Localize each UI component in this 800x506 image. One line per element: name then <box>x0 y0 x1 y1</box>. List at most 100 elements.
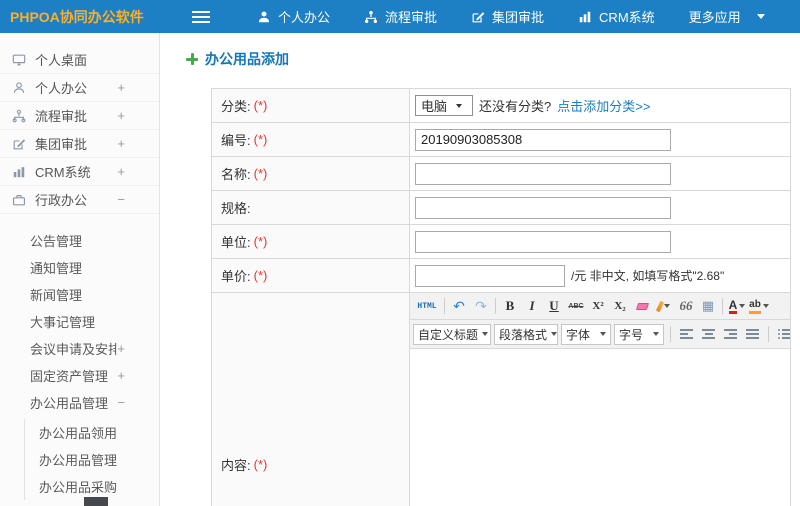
highlight-color-icon[interactable]: ab <box>749 296 769 316</box>
field-label-price: 单价: (*) <box>212 259 410 292</box>
sidebar-item-supplies-manage[interactable]: 办公用品管理 <box>25 446 159 473</box>
superscript-icon[interactable]: X² <box>588 296 608 316</box>
sidebar-item-process-approval[interactable]: 流程审批 + <box>0 102 159 130</box>
sidebar-item-events-mgmt[interactable]: 大事记管理 <box>0 308 159 335</box>
expand-toggle[interactable]: + <box>117 81 125 94</box>
caret-down-icon <box>762 304 769 308</box>
briefcase-icon <box>13 194 25 205</box>
sidebar-item-supplies-purchase[interactable]: 办公用品采购 <box>25 473 159 500</box>
dropdown-value: 自定义标题 <box>418 327 479 342</box>
remove-format-icon[interactable] <box>632 296 652 316</box>
nav-group-approval[interactable]: 集团审批 <box>454 0 561 33</box>
hamburger-icon <box>192 10 210 13</box>
align-justify-icon[interactable] <box>743 324 762 344</box>
editor-content-area[interactable] <box>410 349 790 506</box>
required-mark: (*) <box>253 132 268 147</box>
sidebar-item-personal-desktop[interactable]: 个人桌面 <box>0 46 159 74</box>
font-color-icon[interactable]: A <box>727 296 747 316</box>
collapse-toggle[interactable]: − <box>117 193 125 206</box>
sidebar-item-announcement-mgmt[interactable]: 公告管理 <box>0 227 159 254</box>
spec-input[interactable] <box>415 196 671 219</box>
field-label-content: 内容: (*) <box>212 293 410 506</box>
redo-icon[interactable]: ↷ <box>471 296 491 316</box>
form-row-unit: 单位: (*) <box>212 225 790 259</box>
expand-toggle[interactable]: + <box>117 165 125 178</box>
expand-toggle[interactable]: + <box>117 137 125 150</box>
highlight-color-letters: ab <box>749 299 761 314</box>
sidebar-item-label: 会议申请及安排 <box>30 342 118 357</box>
expand-toggle[interactable]: + <box>117 109 125 122</box>
label-text: 单价: <box>221 269 251 284</box>
sidebar-item-news-mgmt[interactable]: 新闻管理 <box>0 281 159 308</box>
nav-personal-office[interactable]: 个人办公 <box>240 0 347 33</box>
blockquote-icon[interactable]: 66 <box>676 296 696 316</box>
sidebar-scrollbar-thumb[interactable] <box>84 497 108 506</box>
subscript-icon[interactable]: X₂ <box>610 296 630 316</box>
sidebar-item-supplies-requisition[interactable]: 办公用品领用 <box>25 419 159 446</box>
toolbar-separator <box>768 326 769 342</box>
price-input[interactable] <box>415 264 565 287</box>
person-icon <box>258 11 270 22</box>
code-input[interactable] <box>415 128 671 151</box>
sidebar-item-fixed-assets-mgmt[interactable]: 固定资产管理 + <box>0 362 159 389</box>
sidebar-item-crm-system[interactable]: CRM系统 + <box>0 158 159 186</box>
source-code-icon[interactable]: HTML <box>414 296 440 316</box>
custom-title-dropdown[interactable]: 自定义标题 <box>413 323 491 345</box>
unit-input[interactable] <box>415 230 671 253</box>
nav-label: 流程审批 <box>385 10 438 25</box>
field-label-category: 分类: (*) <box>212 89 410 122</box>
field-value-name <box>410 157 790 190</box>
field-label-unit: 单位: (*) <box>212 225 410 258</box>
add-category-link[interactable]: 点击添加分类>> <box>557 96 650 115</box>
field-value-unit <box>410 225 790 258</box>
table-icon[interactable]: ▦ <box>698 296 718 316</box>
sidebar-item-meeting-apply[interactable]: 会议申请及安排 + <box>0 335 159 362</box>
desktop-icon <box>12 54 26 65</box>
nav-process-approval[interactable]: 流程审批 <box>347 0 454 33</box>
format-painter-icon[interactable] <box>654 296 674 316</box>
chart-icon <box>579 11 591 22</box>
sidebar-item-group-approval[interactable]: 集团审批 + <box>0 130 159 158</box>
align-right-icon[interactable] <box>721 324 740 344</box>
category-select[interactable]: 电脑 <box>415 95 473 116</box>
caret-down-icon <box>739 304 746 308</box>
form-row-content: 内容: (*) HTML ↶ ↷ B I U ABC X² X₂ 66 ▦ A … <box>212 293 790 506</box>
paragraph-format-dropdown[interactable]: 段落格式 <box>494 323 558 345</box>
field-value-category: 电脑 还没有分类? 点击添加分类>> <box>410 89 790 122</box>
name-input[interactable] <box>415 162 671 185</box>
dropdown-value: 段落格式 <box>499 327 548 342</box>
admin-office-submenu: 公告管理 通知管理 新闻管理 大事记管理 会议申请及安排 + 固定资产管理 + … <box>0 214 159 416</box>
nav-label: 更多应用 <box>688 10 741 25</box>
top-navbar: PHPOA协同办公软件 个人办公 流程审批 集团审批 CRM系统 更多应用 <box>0 0 800 33</box>
collapse-toggle[interactable]: − <box>117 396 125 409</box>
unordered-list-icon[interactable] <box>775 324 790 344</box>
font-family-dropdown[interactable]: 字体 <box>561 323 611 345</box>
brush-icon <box>655 300 665 312</box>
expand-toggle[interactable]: + <box>117 342 125 355</box>
app-window: PHPOA协同办公软件 个人办公 流程审批 集团审批 CRM系统 更多应用 个人… <box>0 0 800 506</box>
nav-label: 个人办公 <box>278 10 331 25</box>
font-size-dropdown[interactable]: 字号 <box>614 323 664 345</box>
align-left-icon[interactable] <box>677 324 696 344</box>
nav-more-apps[interactable]: 更多应用 <box>672 0 782 33</box>
nav-label: CRM系统 <box>599 10 655 25</box>
undo-icon[interactable]: ↶ <box>449 296 469 316</box>
sidebar-item-label: 办公用品管理 <box>39 453 118 468</box>
sidebar-item-admin-office[interactable]: 行政办公 − <box>0 186 159 214</box>
expand-toggle[interactable]: + <box>117 369 125 382</box>
caret-down-icon <box>600 332 606 336</box>
bold-icon[interactable]: B <box>500 296 520 316</box>
rich-text-editor: HTML ↶ ↷ B I U ABC X² X₂ 66 ▦ A ab 自定义标题… <box>410 293 790 506</box>
strikethrough-icon[interactable]: ABC <box>566 296 586 316</box>
sidebar-item-personal-office[interactable]: 个人办公 + <box>0 74 159 102</box>
sidebar-item-office-supplies-mgmt[interactable]: 办公用品管理 − <box>0 389 159 416</box>
italic-icon[interactable]: I <box>522 296 542 316</box>
sidebar-item-notice-mgmt[interactable]: 通知管理 <box>0 254 159 281</box>
align-center-icon[interactable] <box>699 324 718 344</box>
menu-toggle-button[interactable] <box>192 10 210 23</box>
nav-crm-system[interactable]: CRM系统 <box>561 0 672 33</box>
toolbar-separator <box>444 298 445 314</box>
field-label-name: 名称: (*) <box>212 157 410 190</box>
underline-icon[interactable]: U <box>544 296 564 316</box>
app-logo[interactable]: PHPOA协同办公软件 <box>0 7 178 27</box>
